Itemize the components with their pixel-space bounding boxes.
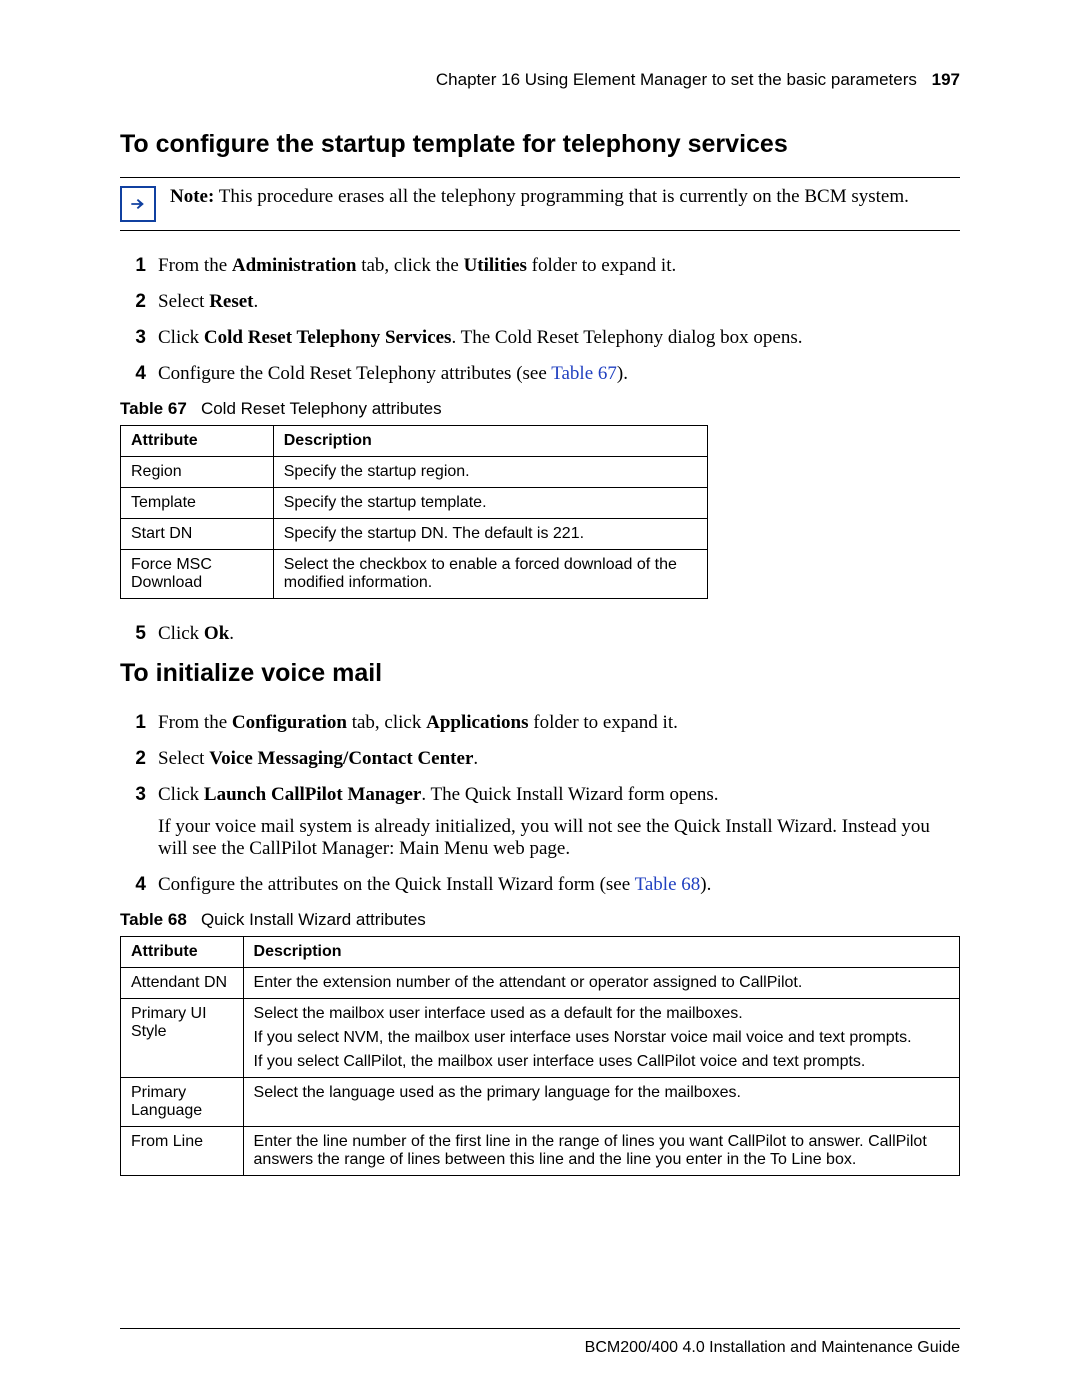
table-header-cell: Attribute <box>121 937 244 968</box>
table-caption: Table 67 Cold Reset Telephony attributes <box>120 399 960 419</box>
table-cell: Region <box>121 457 274 488</box>
table-cell: Start DN <box>121 519 274 550</box>
note-label: Note: <box>170 186 214 207</box>
step-body: Configure the Cold Reset Telephony attri… <box>158 363 960 385</box>
document-page: Chapter 16 Using Element Manager to set … <box>0 0 1080 1397</box>
step-body: Select Reset. <box>158 291 960 313</box>
table-cell: Attendant DN <box>121 968 244 999</box>
step-number: 1 <box>120 712 146 734</box>
step-list: 1 From the Configuration tab, click Appli… <box>120 712 960 896</box>
table-cell: Primary UI Style <box>121 999 244 1078</box>
cross-ref-link[interactable]: Table 68 <box>635 874 701 895</box>
table-header-cell: Attribute <box>121 426 274 457</box>
table-68: AttributeDescriptionAttendant DNEnter th… <box>120 936 960 1176</box>
divider <box>120 230 960 231</box>
step-item: 3Click Launch CallPilot Manager. The Qui… <box>120 784 960 860</box>
step-body: Click Ok. <box>158 623 960 645</box>
table-title: Cold Reset Telephony attributes <box>201 399 442 418</box>
step-body: Select Voice Messaging/Contact Center. <box>158 748 960 770</box>
table-row: Primary LanguageSelect the language used… <box>121 1078 960 1127</box>
step-item: 4 Configure the attributes on the Quick I… <box>120 874 960 896</box>
arrow-right-icon <box>120 186 156 222</box>
table-cell: Template <box>121 488 274 519</box>
step-number: 3 <box>120 784 146 860</box>
step-number: 2 <box>120 748 146 770</box>
step-item: 3 Click Cold Reset Telephony Services. Th… <box>120 327 960 349</box>
table-header-cell: Description <box>273 426 707 457</box>
step-number: 3 <box>120 327 146 349</box>
step-item: 1 From the Administration tab, click the … <box>120 255 960 277</box>
step-item: 5 Click Ok. <box>120 623 960 645</box>
step-number: 4 <box>120 363 146 385</box>
table-cell: Select the checkbox to enable a forced d… <box>273 550 707 599</box>
page-number: 197 <box>932 70 960 89</box>
step-list: 1 From the Administration tab, click the … <box>120 255 960 385</box>
table-caption: Table 68 Quick Install Wizard attributes <box>120 910 960 930</box>
table-label: Table 68 <box>120 910 187 929</box>
table-header-cell: Description <box>243 937 959 968</box>
section-heading: To configure the startup template for te… <box>120 130 960 159</box>
table-cell: Enter the extension number of the attend… <box>243 968 959 999</box>
page-header: Chapter 16 Using Element Manager to set … <box>120 70 960 90</box>
step-item: 1 From the Configuration tab, click Appli… <box>120 712 960 734</box>
step-body: From the Configuration tab, click Applic… <box>158 712 960 734</box>
table-cell: Select the mailbox user interface used a… <box>243 999 959 1078</box>
step-number: 2 <box>120 291 146 313</box>
step-body: From the Administration tab, click the U… <box>158 255 960 277</box>
table-cell: Specify the startup region. <box>273 457 707 488</box>
table-cell: Primary Language <box>121 1078 244 1127</box>
footer-text: BCM200/400 4.0 Installation and Maintena… <box>585 1339 960 1356</box>
note-body: This procedure erases all the telephony … <box>214 186 909 207</box>
table-row: Primary UI StyleSelect the mailbox user … <box>121 999 960 1078</box>
step-item: 2 Select Reset. <box>120 291 960 313</box>
step-number: 1 <box>120 255 146 277</box>
table-cell: Force MSC Download <box>121 550 274 599</box>
table-row: From LineEnter the line number of the fi… <box>121 1127 960 1176</box>
step-list: 5 Click Ok. <box>120 623 960 645</box>
cross-ref-link[interactable]: Table 67 <box>551 363 617 384</box>
table-cell: Specify the startup template. <box>273 488 707 519</box>
table-67: AttributeDescriptionRegionSpecify the st… <box>120 425 708 599</box>
note-text: Note: This procedure erases all the tele… <box>170 186 960 208</box>
table-cell: Select the language used as the primary … <box>243 1078 959 1127</box>
table-cell: Enter the line number of the first line … <box>243 1127 959 1176</box>
step-note: If your voice mail system is already ini… <box>158 816 960 860</box>
table-title: Quick Install Wizard attributes <box>201 910 426 929</box>
step-body: Click Launch CallPilot Manager. The Quic… <box>158 784 960 860</box>
step-item: 4 Configure the Cold Reset Telephony attr… <box>120 363 960 385</box>
table-row: TemplateSpecify the startup template. <box>121 488 708 519</box>
table-row: Attendant DNEnter the extension number o… <box>121 968 960 999</box>
step-item: 2 Select Voice Messaging/Contact Center. <box>120 748 960 770</box>
table-row: Force MSC DownloadSelect the checkbox to… <box>121 550 708 599</box>
table-cell: From Line <box>121 1127 244 1176</box>
note-box: Note: This procedure erases all the tele… <box>120 178 960 230</box>
step-body: Click Cold Reset Telephony Services. The… <box>158 327 960 349</box>
table-label: Table 67 <box>120 399 187 418</box>
table-row: Start DNSpecify the startup DN. The defa… <box>121 519 708 550</box>
page-footer: BCM200/400 4.0 Installation and Maintena… <box>120 1328 960 1357</box>
chapter-title: Chapter 16 Using Element Manager to set … <box>436 70 917 89</box>
step-body: Configure the attributes on the Quick In… <box>158 874 960 896</box>
table-row: RegionSpecify the startup region. <box>121 457 708 488</box>
table-cell: Specify the startup DN. The default is 2… <box>273 519 707 550</box>
step-number: 5 <box>120 623 146 645</box>
section-heading: To initialize voice mail <box>120 659 960 688</box>
step-number: 4 <box>120 874 146 896</box>
